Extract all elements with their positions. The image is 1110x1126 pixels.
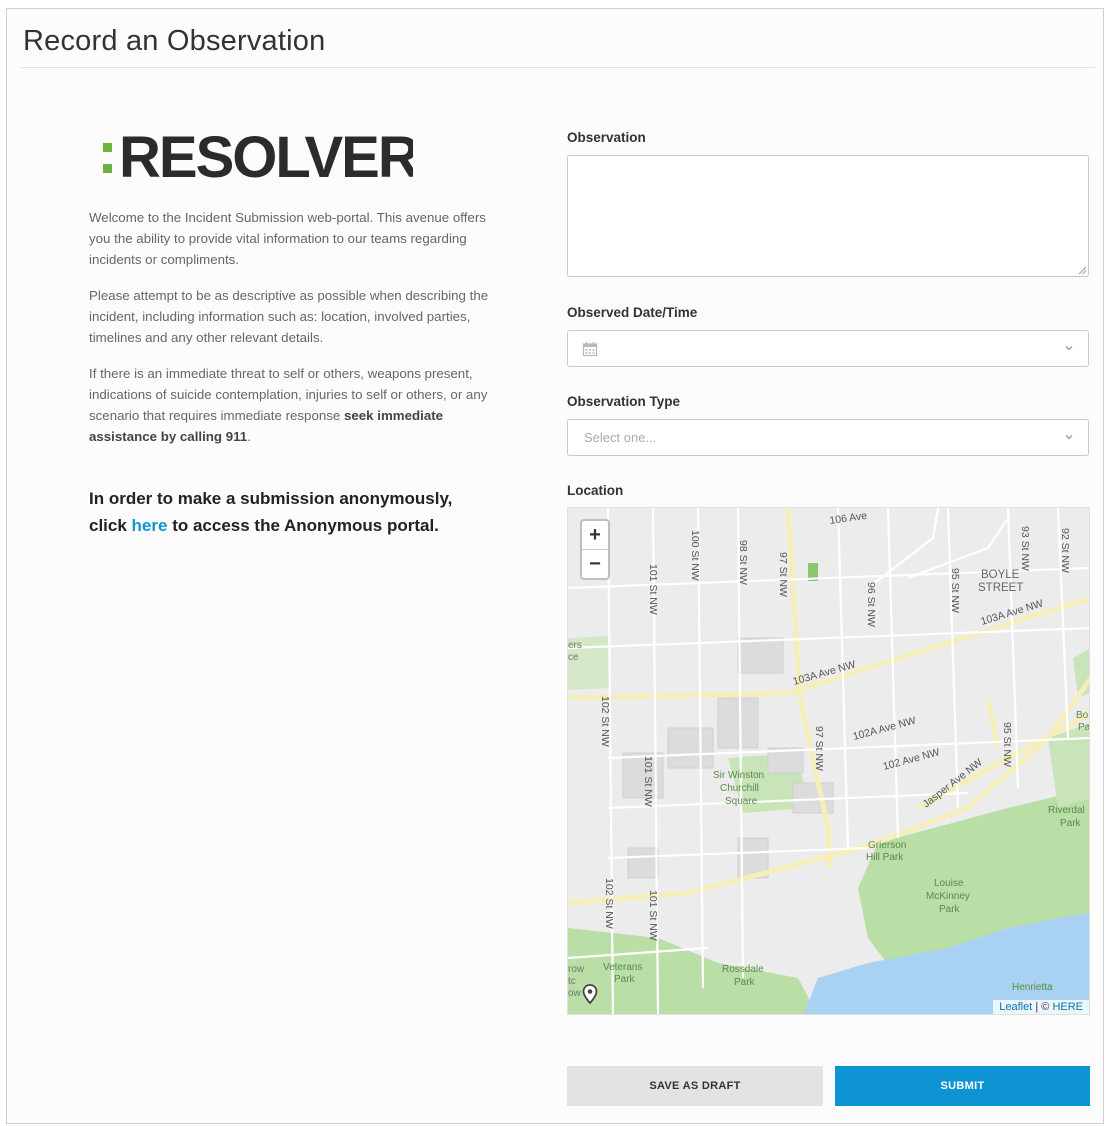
map-label-grierson-1: Grierson bbox=[868, 840, 906, 851]
zoom-out-button[interactable]: − bbox=[582, 550, 608, 578]
intro-paragraph-2: Please attempt to be as descriptive as p… bbox=[89, 288, 489, 345]
observation-type-label: Observation Type bbox=[567, 394, 681, 409]
location-pin-icon[interactable] bbox=[582, 984, 598, 1004]
map-label-102-st-bot: 102 St NW bbox=[603, 878, 615, 929]
title-divider bbox=[21, 67, 1095, 68]
observation-textarea[interactable] bbox=[567, 155, 1089, 277]
location-label: Location bbox=[567, 483, 624, 498]
chevron-down-icon bbox=[1065, 435, 1073, 440]
anonymous-rest: to access the Anonymous portal. bbox=[167, 516, 439, 535]
resolver-logo: RESOLVER bbox=[103, 125, 413, 190]
map-attribution: Leaflet | © HERE bbox=[993, 1000, 1089, 1014]
map-label-101-st-top: 101 St NW bbox=[647, 564, 659, 615]
map-label-pa: Pa bbox=[1078, 722, 1090, 733]
page-frame: Record an Observation RESOLVER Welcome t… bbox=[6, 8, 1104, 1124]
anonymous-notice: In order to make a submission anonymousl… bbox=[89, 485, 509, 539]
zoom-in-button[interactable]: + bbox=[582, 521, 608, 549]
anonymous-portal-link[interactable]: here bbox=[132, 516, 168, 535]
map-label-95-st-mid: 95 St NW bbox=[1001, 722, 1013, 767]
intro-paragraph-1: Welcome to the Incident Submission web-p… bbox=[89, 210, 486, 267]
map-label-grierson-2: Hill Park bbox=[866, 852, 904, 863]
map-label-93-st: 93 St NW bbox=[1019, 526, 1031, 571]
attribution-separator: | © bbox=[1032, 1001, 1053, 1013]
chevron-down-icon bbox=[1065, 346, 1073, 351]
emergency-end: . bbox=[247, 429, 251, 444]
intro-paragraph-3: If there is an immediate threat to self … bbox=[89, 363, 493, 447]
observation-label: Observation bbox=[567, 130, 646, 145]
map-label-ce: ce bbox=[568, 652, 579, 663]
map-label-95-st: 95 St NW bbox=[949, 568, 961, 613]
logo-wordmark: RESOLVER bbox=[119, 125, 413, 190]
map-zoom-control: + − bbox=[580, 519, 610, 580]
observed-datetime-label: Observed Date/Time bbox=[567, 305, 698, 320]
submit-button[interactable]: SUBMIT bbox=[835, 1066, 1090, 1106]
map-label-row: row bbox=[568, 964, 585, 975]
map-label-ow: ow bbox=[568, 988, 582, 999]
map-label-winston-1: Sir Winston bbox=[713, 770, 764, 781]
map-label-97-st-mid: 97 St NW bbox=[813, 726, 825, 771]
map-label-96-st: 96 St NW bbox=[865, 582, 877, 627]
anonymous-line-1: In order to make a submission anonymousl… bbox=[89, 489, 453, 508]
map-label-98-st: 98 St NW bbox=[737, 540, 749, 585]
map-label-street: STREET bbox=[978, 582, 1023, 594]
map-tiles[interactable]: 106 Ave 100 St NW 98 St NW 97 St NW 101 … bbox=[568, 508, 1090, 1015]
map-label-henrietta: Henrietta bbox=[1012, 982, 1053, 993]
map-label-101-st-bot: 101 St NW bbox=[647, 890, 659, 941]
resize-grip-icon[interactable] bbox=[1078, 266, 1086, 274]
observation-type-select[interactable]: Select one... bbox=[567, 419, 1089, 456]
intro-text: Welcome to the Incident Submission web-p… bbox=[89, 207, 493, 462]
map-label-veterans-1: Veterans bbox=[603, 962, 642, 973]
anonymous-click: click bbox=[89, 516, 132, 535]
map-label-92-st: 92 St NW bbox=[1059, 528, 1071, 573]
map-label-rossdale-1: Rossdale bbox=[722, 964, 764, 975]
leaflet-link[interactable]: Leaflet bbox=[999, 1001, 1032, 1013]
map-label-tc: tc bbox=[568, 976, 576, 987]
map-label-rossdale-2: Park bbox=[734, 977, 756, 988]
map-label-louise-3: Park bbox=[939, 904, 961, 915]
map-label-louise-2: McKinney bbox=[926, 891, 970, 902]
map-label-riverdale-2: Park bbox=[1060, 818, 1082, 829]
map-label-louise-1: Louise bbox=[934, 878, 964, 889]
calendar-icon bbox=[582, 342, 598, 357]
map-label-riverdale-1: Riverdal bbox=[1048, 805, 1085, 816]
page-title: Record an Observation bbox=[23, 25, 326, 57]
map-label-winston-2: Churchill bbox=[720, 783, 759, 794]
map-label-boyle: BOYLE bbox=[981, 569, 1020, 581]
map-label-veterans-2: Park bbox=[614, 974, 636, 985]
here-link[interactable]: HERE bbox=[1052, 1001, 1083, 1013]
map-label-97-st-top: 97 St NW bbox=[777, 552, 789, 597]
map-label-winston-3: Square bbox=[725, 796, 758, 807]
map-label-101-st-mid: 101 St NW bbox=[642, 756, 654, 807]
observation-type-placeholder: Select one... bbox=[584, 430, 657, 445]
save-as-draft-button[interactable]: SAVE AS DRAFT bbox=[567, 1066, 823, 1106]
map-label-ers: ers bbox=[568, 640, 582, 651]
map-label-100-st: 100 St NW bbox=[689, 530, 701, 581]
map-label-102-st-mid: 102 St NW bbox=[599, 696, 611, 747]
map-label-bo: Bo bbox=[1076, 710, 1089, 721]
location-map[interactable]: 106 Ave 100 St NW 98 St NW 97 St NW 101 … bbox=[567, 507, 1090, 1015]
observed-datetime-picker[interactable] bbox=[567, 330, 1089, 367]
